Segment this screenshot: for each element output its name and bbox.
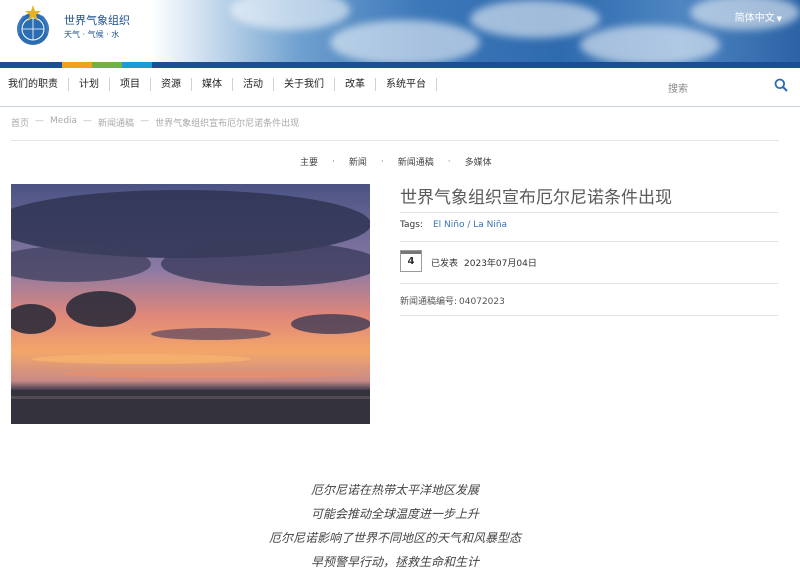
published-label: 已发表 [431,259,459,269]
subnav-news[interactable]: 新闻 [349,155,367,168]
media-subnav: 主要 · 新闻 · 新闻通稿 · 多媒体 [300,155,492,169]
language-selector[interactable]: 简体中文 ▼ [735,9,782,24]
tags-label: Tags: [400,220,423,230]
calendar-day: 4 [407,256,415,267]
nav-item-resources[interactable]: 资源 [151,78,192,91]
divider [400,315,778,316]
search-icon[interactable] [774,78,788,92]
press-release-number: 新闻通稿编号: 04072023 [400,294,505,307]
subnav-separator: · [380,156,384,167]
press-no-label: 新闻通稿编号: [400,297,458,307]
breadcrumb-current: 世界气象组织宣布厄尔尼诺条件出现 [155,119,300,129]
calendar-icon: 4 [400,250,422,272]
header-cloud [580,25,720,62]
org-tagline: 天气 · 气候 · 水 [64,30,120,39]
breadcrumb-media[interactable]: Media [50,116,77,129]
subnav-press-releases[interactable]: 新闻通稿 [398,155,434,168]
search-input[interactable]: 搜索 [668,80,688,95]
subnav-separator: · [447,156,451,167]
breadcrumb-separator: — [35,116,45,126]
nav-items: 我们的职责 计划 项目 资源 媒体 活动 关于我们 改革 系统平台 [0,78,437,91]
language-label: 简体中文 [734,13,775,24]
main-nav: 我们的职责 计划 项目 资源 媒体 活动 关于我们 改革 系统平台 搜索 [0,68,800,107]
published-date: 已发表 2023年07月04日 [431,256,537,269]
divider [400,283,778,284]
breadcrumb: 首页 — Media — 新闻通稿 — 世界气象组织宣布厄尔尼诺条件出现 [11,116,299,129]
breadcrumb-separator: — [83,116,93,126]
highlight-line: 厄尔尼诺在热带太平洋地区发展 [310,483,479,497]
divider [11,140,779,141]
highlight-line: 可能会推动全球温度进一步上升 [310,507,479,521]
header-cloud [470,0,600,38]
nav-item-media[interactable]: 媒体 [192,78,233,91]
subnav-separator: · [332,156,335,167]
divider [400,241,778,242]
header-cloud [230,0,350,30]
nav-item-responsibilities[interactable]: 我们的职责 [0,78,69,91]
header-cloud [330,20,480,62]
site-header: 世界气象组织 天气 · 气候 · 水 简体中文 ▼ [0,0,800,62]
nav-item-platforms[interactable]: 系统平台 [376,78,437,91]
nav-item-programmes[interactable]: 计划 [69,78,110,91]
breadcrumb-separator: — [140,116,150,126]
breadcrumb-press-releases[interactable]: 新闻通稿 [98,116,134,129]
chevron-down-icon: ▼ [776,15,782,23]
published-value: 2023年07月04日 [464,259,537,269]
tags-row: Tags: El Niño / La Niña [400,220,507,230]
nav-item-about[interactable]: 关于我们 [274,78,335,91]
subnav-main[interactable]: 主要 [300,155,318,168]
article-title: 世界气象组织宣布厄尔尼诺条件出现 [400,188,672,208]
search-box[interactable]: 搜索 [668,77,792,95]
wmo-logo[interactable] [10,4,56,50]
highlight-line: 厄尔尼诺影响了世界不同地区的天气和风暴型态 [268,531,521,545]
calendar-bar [401,251,421,254]
tag-link[interactable]: El Niño / La Niña [433,220,507,230]
nav-item-projects[interactable]: 项目 [110,78,151,91]
divider [400,212,778,213]
article-highlights: 厄尔尼诺在热带太平洋地区发展 可能会推动全球温度进一步上升 厄尔尼诺影响了世界不… [0,478,790,574]
subnav-multimedia[interactable]: 多媒体 [465,155,492,168]
press-no-value: 04072023 [459,297,505,307]
nav-item-reform[interactable]: 改革 [335,78,376,91]
nav-item-events[interactable]: 活动 [233,78,274,91]
breadcrumb-home[interactable]: 首页 [11,116,29,129]
org-name: 世界气象组织 [64,14,130,27]
sunset-photo [11,184,370,424]
highlight-line: 早预警早行动，拯救生命和生计 [310,555,479,569]
